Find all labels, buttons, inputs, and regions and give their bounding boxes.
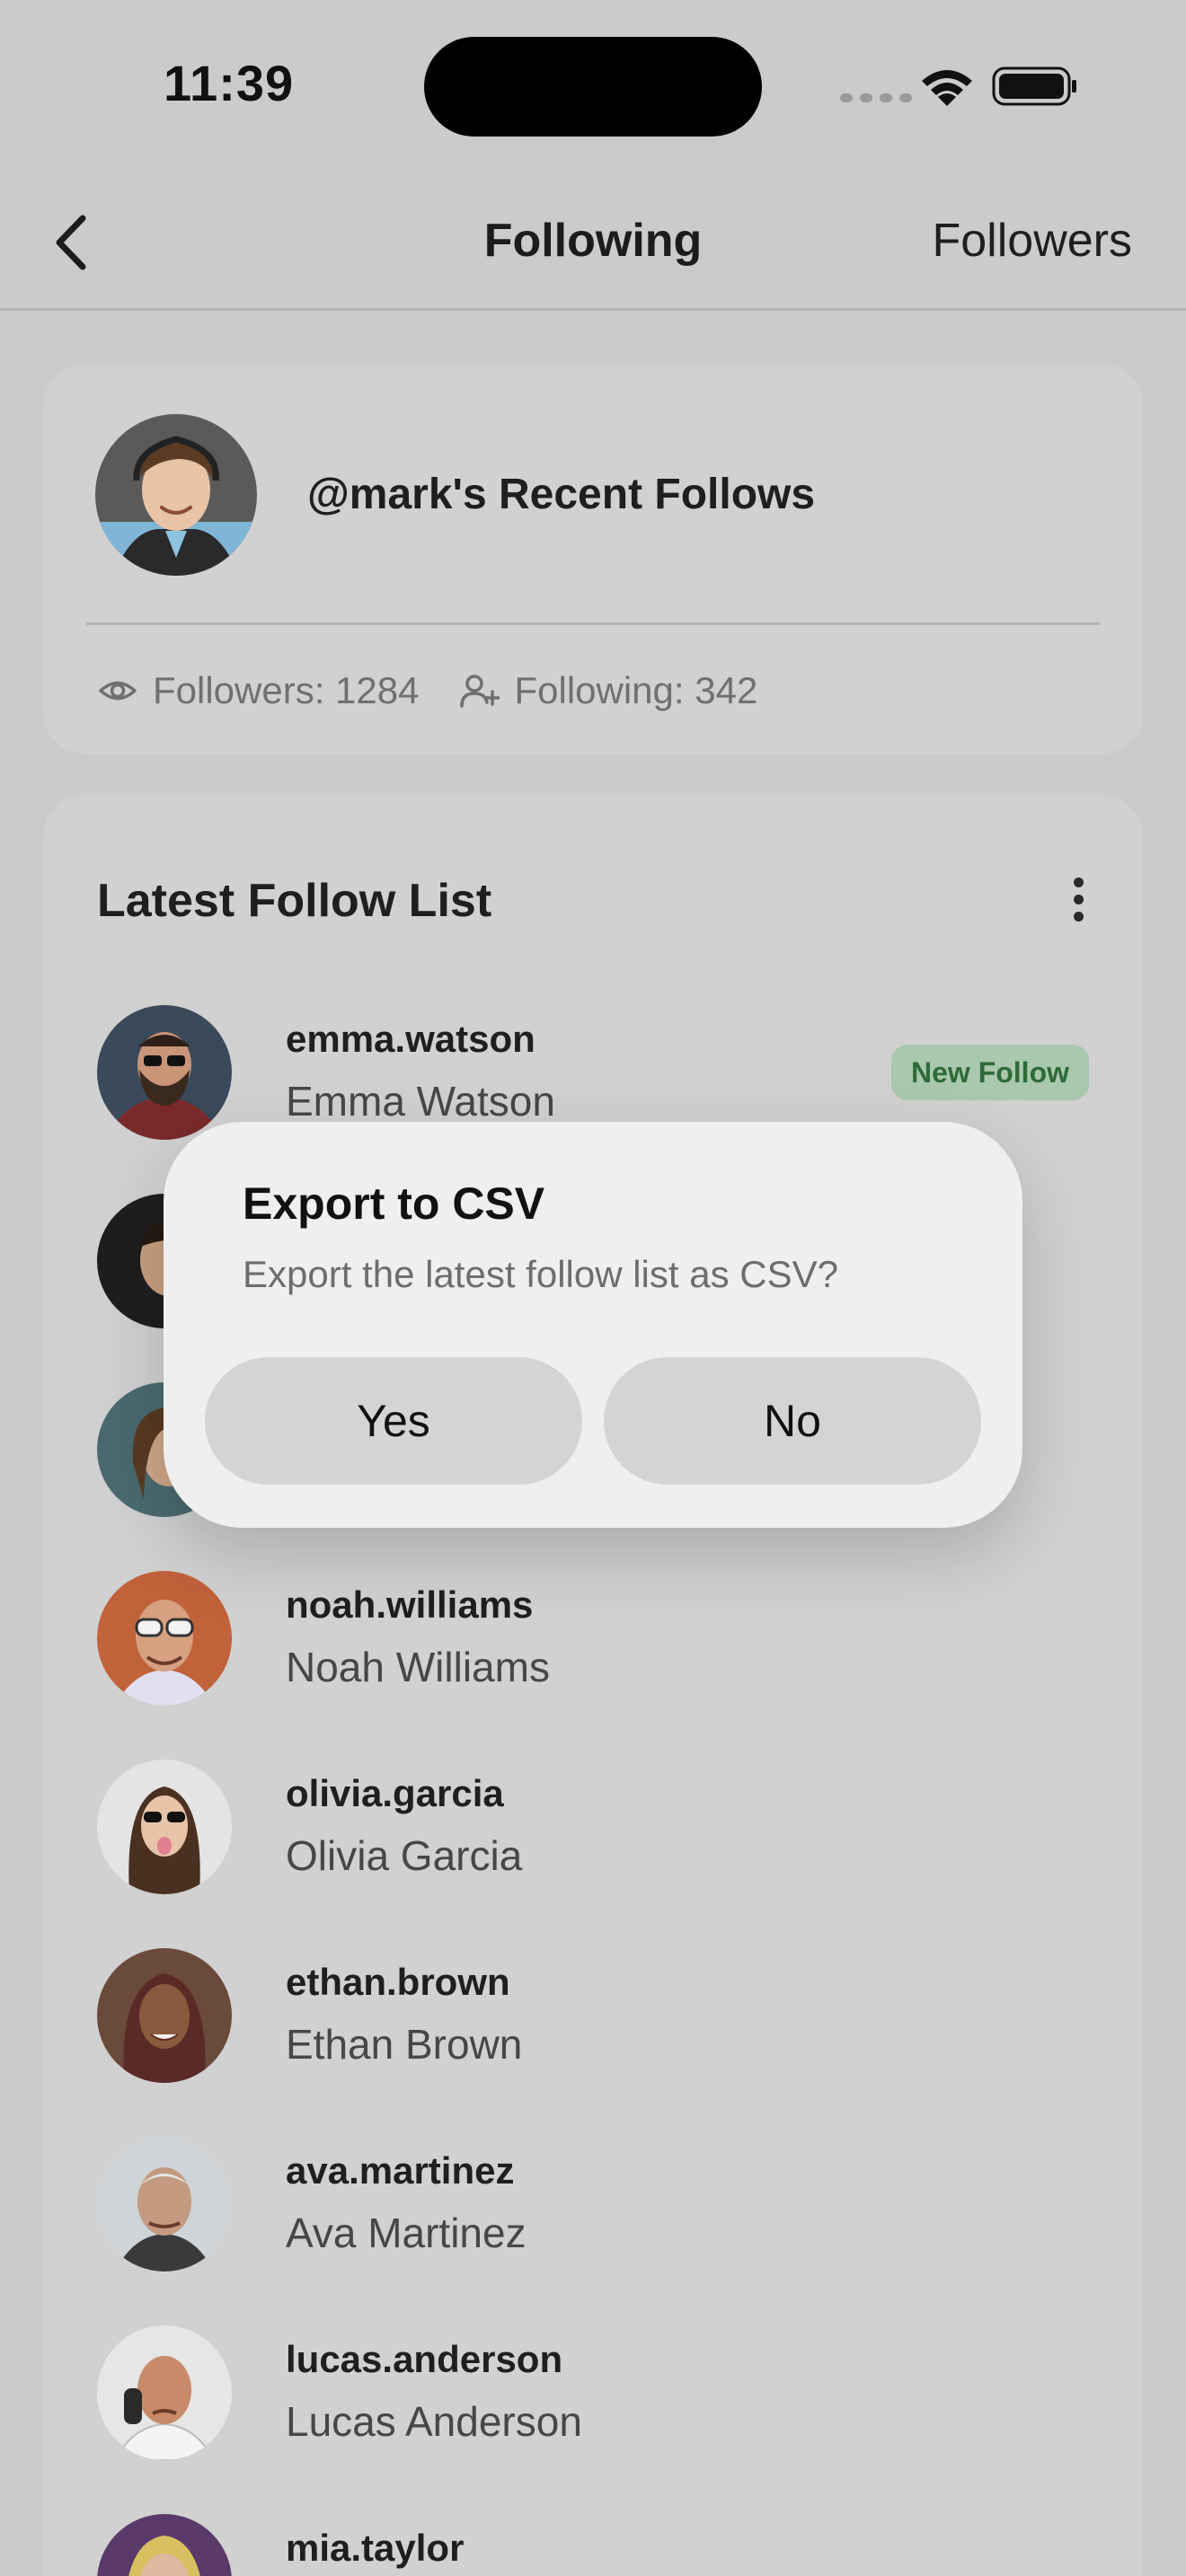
stats-row: Followers: 1284 Following: 342 — [97, 669, 797, 712]
list-item[interactable]: lucas.anderson Lucas Anderson — [97, 2325, 1089, 2460]
avatar — [97, 1005, 232, 1140]
username: emma.watson — [286, 1018, 535, 1060]
followers-tab-link[interactable]: Followers — [933, 214, 1133, 268]
following-stat: Following: 342 — [458, 669, 757, 712]
new-follow-badge: New Follow — [891, 1045, 1089, 1100]
avatar — [97, 2325, 232, 2460]
list-item[interactable]: ava.martinez Ava Martinez — [97, 2137, 1089, 2272]
username: olivia.garcia — [286, 1772, 504, 1814]
more-options-button[interactable] — [1053, 865, 1103, 933]
avatar[interactable] — [95, 414, 257, 576]
no-button[interactable]: No — [604, 1357, 981, 1485]
avatar — [97, 1571, 232, 1706]
full-name: Ethan Brown — [286, 2021, 523, 2068]
username: ava.martinez — [286, 2149, 515, 2192]
list-item[interactable]: ethan.brown Ethan Brown — [97, 1948, 1089, 2083]
followers-stat: Followers: 1284 — [97, 669, 419, 712]
dialog-title: Export to CSV — [243, 1178, 545, 1229]
eye-icon — [99, 681, 137, 701]
user-plus-icon — [460, 675, 500, 708]
list-item[interactable]: mia.taylor — [97, 2514, 1089, 2576]
profile-title: @mark's Recent Follows — [307, 471, 816, 518]
username: lucas.anderson — [286, 2338, 563, 2380]
list-item[interactable]: noah.williams Noah Williams — [97, 1571, 1089, 1706]
avatar — [97, 1760, 232, 1894]
full-name: Olivia Garcia — [286, 1832, 523, 1879]
cellular-signal-icon — [840, 93, 912, 102]
username: mia.taylor — [286, 2527, 465, 2569]
username: noah.williams — [286, 1584, 534, 1626]
wifi-icon — [922, 70, 972, 106]
nav-bar: Following Followers — [0, 171, 1186, 311]
status-time: 11:39 — [164, 55, 295, 111]
more-vertical-icon — [1073, 877, 1084, 887]
yes-button[interactable]: Yes — [205, 1357, 582, 1485]
list-item[interactable]: olivia.garcia Olivia Garcia — [97, 1760, 1089, 1894]
dialog-message: Export the latest follow list as CSV? — [243, 1253, 838, 1295]
following-count: Following: 342 — [514, 669, 758, 711]
full-name: Lucas Anderson — [286, 2398, 582, 2445]
avatar — [97, 2137, 232, 2272]
battery-icon — [992, 66, 1076, 106]
full-name: Noah Williams — [286, 1644, 550, 1690]
follow-list-card: Latest Follow List emma.watson Emma Wats… — [43, 795, 1143, 2576]
full-name: Emma Watson — [286, 1078, 555, 1125]
avatar — [97, 2514, 232, 2576]
status-bar: 11:39 — [0, 0, 1186, 171]
list-item[interactable]: emma.watson Emma Watson New Follow — [97, 1005, 1089, 1140]
dynamic-island — [424, 37, 762, 137]
avatar — [97, 1948, 232, 2083]
username: ethan.brown — [286, 1961, 510, 2003]
export-dialog: Export to CSV Export the latest follow l… — [164, 1122, 1022, 1528]
full-name: Ava Martinez — [286, 2210, 527, 2256]
followers-count: Followers: 1284 — [153, 669, 420, 711]
list-title: Latest Follow List — [97, 875, 492, 927]
divider — [86, 622, 1100, 625]
profile-card: @mark's Recent Follows Followers: 1284 F… — [43, 364, 1143, 754]
